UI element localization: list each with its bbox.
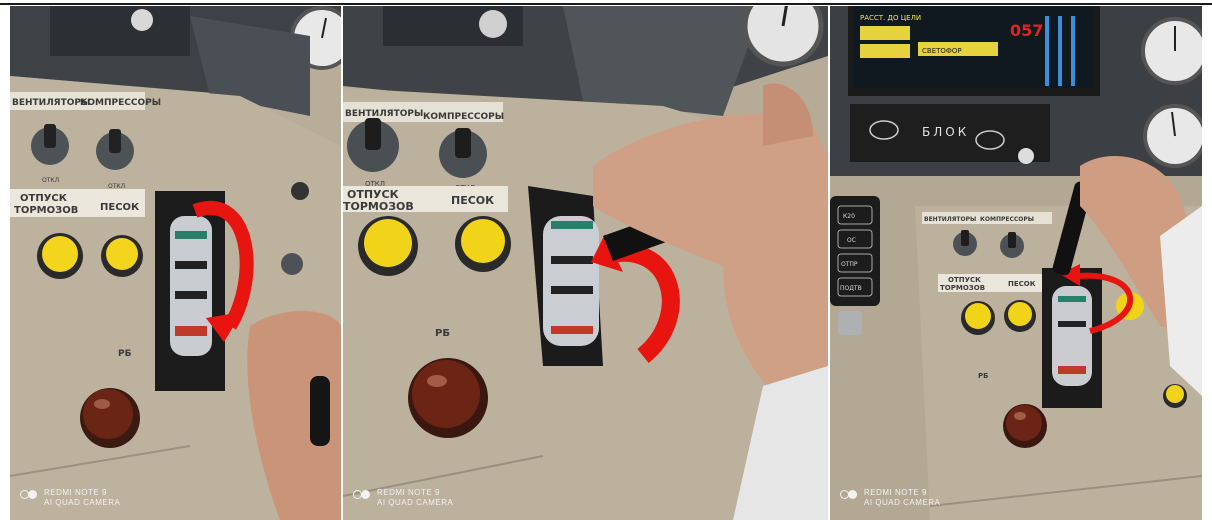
label-off-left: ОТКЛ	[42, 177, 59, 184]
camera-logo-icon-3	[840, 490, 858, 506]
screen-speed: 057	[1010, 21, 1043, 40]
label-off-right: ОТКЛ	[108, 183, 125, 190]
watermark-2-line-1: REDMI NOTE 9	[377, 488, 440, 497]
watermark-3: REDMI NOTE 9 AI QUAD CAMERA	[840, 488, 940, 508]
label-rb-2: РБ	[435, 328, 450, 339]
photo-panel-3: РАССТ. ДО ЦЕЛИ СВЕТОФОР 057 БЛОК К20 ОС …	[830, 6, 1202, 520]
watermark-1-line-1: REDMI NOTE 9	[44, 488, 107, 497]
label-compressors-3: КОМПРЕССОРЫ	[980, 216, 1034, 223]
photo-panel-1: ВЕНТИЛЯТОРЫ КОМПРЕССОРЫ ОТКЛ ОТКЛ ОТПУСК…	[10, 6, 341, 520]
photo-2-scene: ВЕНТИЛЯТОРЫ КОМПРЕССОРЫ ОТКЛ ОТКЛ ОТПУСК…	[343, 6, 828, 520]
watermark-1-line-2: AI QUAD CAMERA	[44, 498, 121, 507]
side-button-k20: К20	[843, 213, 855, 220]
label-fans-2: ВЕНТИЛЯТОРЫ	[345, 109, 423, 119]
label-brake-release-2b: ТОРМОЗОВ	[343, 200, 414, 213]
label-fans: ВЕНТИЛЯТОРЫ	[12, 98, 90, 108]
top-border	[0, 3, 1212, 5]
watermark-3-line-1: REDMI NOTE 9	[864, 488, 927, 497]
label-sand-2: ПЕСОК	[451, 194, 494, 207]
label-compressors: КОМПРЕССОРЫ	[80, 98, 161, 108]
side-button-otpr: ОТПР	[841, 261, 858, 268]
photo-3-scene: РАССТ. ДО ЦЕЛИ СВЕТОФОР 057 БЛОК К20 ОС …	[830, 6, 1202, 520]
label-rb-3: РБ	[978, 372, 988, 380]
label-rb: РБ	[118, 349, 132, 359]
label-fans-3: ВЕНТИЛЯТОРЫ	[924, 216, 976, 223]
label-sand-3: ПЕСОК	[1008, 280, 1036, 288]
label-brake-release-3a: ОТПУСК	[948, 276, 981, 284]
watermark-2: REDMI NOTE 9 AI QUAD CAMERA	[353, 488, 453, 508]
block-label: БЛОК	[922, 125, 969, 139]
label-brake-release-2: ТОРМОЗОВ	[14, 205, 78, 216]
screen-signal: СВЕТОФОР	[922, 47, 962, 55]
photo-panel-2: ВЕНТИЛЯТОРЫ КОМПРЕССОРЫ ОТКЛ ОТКЛ ОТПУСК…	[343, 6, 828, 520]
label-compressors-2: КОМПРЕССОРЫ	[423, 112, 504, 122]
label-brake-release-1: ОТПУСК	[20, 193, 68, 204]
label-sand: ПЕСОК	[100, 202, 140, 213]
watermark-2-line-2: AI QUAD CAMERA	[377, 498, 454, 507]
label-brake-release-3b: ТОРМОЗОВ	[940, 284, 985, 292]
camera-logo-icon	[20, 490, 38, 506]
side-button-os: ОС	[847, 237, 856, 244]
watermark-1: REDMI NOTE 9 AI QUAD CAMERA	[20, 488, 120, 508]
watermark-3-line-2: AI QUAD CAMERA	[864, 498, 941, 507]
side-button-podtv: ПОДТВ	[840, 285, 862, 292]
screen-header: РАССТ. ДО ЦЕЛИ	[860, 14, 921, 22]
camera-logo-icon-2	[353, 490, 371, 506]
photo-1-scene: ВЕНТИЛЯТОРЫ КОМПРЕССОРЫ ОТКЛ ОТКЛ ОТПУСК…	[10, 6, 341, 520]
